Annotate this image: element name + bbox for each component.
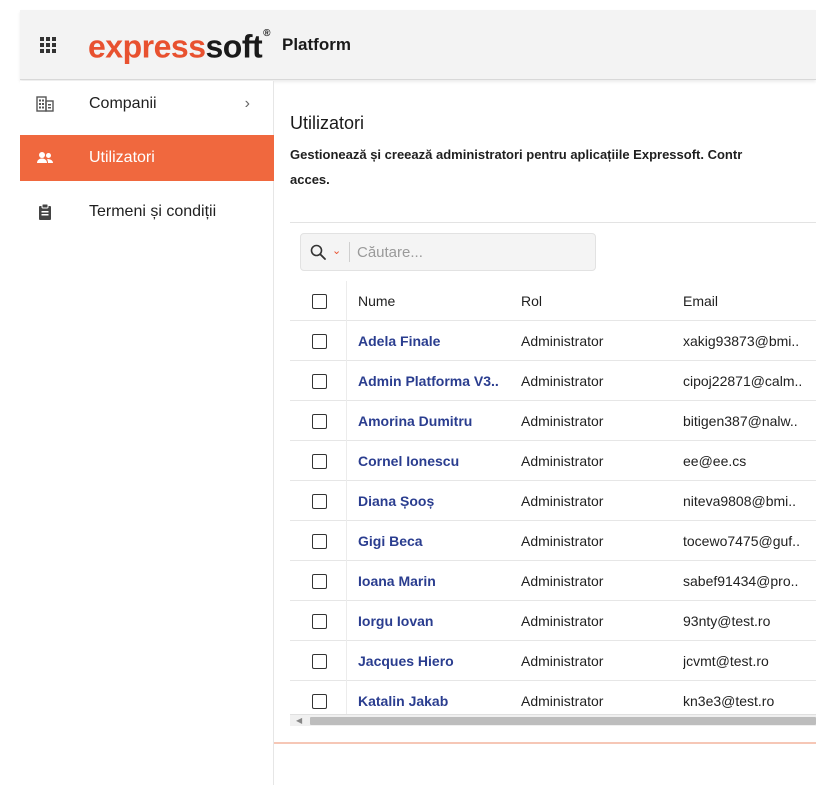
logo-soft-text: soft bbox=[205, 28, 263, 65]
user-email: bitigen387@nalw.. bbox=[683, 413, 798, 429]
column-separator bbox=[346, 521, 347, 561]
table-row: Admin Platforma V3.. Administrator cipoj… bbox=[290, 361, 816, 401]
page-description-line: acces. bbox=[290, 172, 330, 187]
scroll-left-arrow-icon[interactable]: ◀ bbox=[296, 716, 302, 725]
user-email: tocewo7475@guf.. bbox=[683, 533, 800, 549]
sidebar: Companii › Utilizatori Termeni și condiț… bbox=[20, 81, 274, 785]
user-role: Administrator bbox=[521, 333, 604, 349]
users-icon bbox=[36, 149, 54, 167]
column-separator bbox=[346, 481, 347, 521]
grid-apps-icon[interactable] bbox=[40, 37, 56, 53]
user-email: ee@ee.cs bbox=[683, 453, 747, 469]
clipboard-icon bbox=[36, 203, 54, 221]
column-header-rol[interactable]: Rol bbox=[521, 293, 542, 309]
column-separator bbox=[346, 401, 347, 441]
table-row: Diana Șooș Administrator niteva9808@bmi.… bbox=[290, 481, 816, 521]
user-role: Administrator bbox=[521, 613, 604, 629]
table-row: Cornel Ionescu Administrator ee@ee.cs bbox=[290, 441, 816, 481]
user-email: xakig93873@bmi.. bbox=[683, 333, 800, 349]
user-email: jcvmt@test.ro bbox=[683, 653, 769, 669]
logo-express-text: express bbox=[88, 28, 206, 65]
page-description-line: Gestionează și creează administratori pe… bbox=[290, 147, 743, 162]
column-separator bbox=[346, 601, 347, 641]
user-name-link[interactable]: Diana Șooș bbox=[358, 493, 520, 509]
sidebar-item-label: Companii bbox=[89, 95, 157, 112]
user-name-link[interactable]: Amorina Dumitru bbox=[358, 413, 520, 429]
table-header-row: Nume Rol Email bbox=[290, 281, 816, 321]
table-row: Gigi Beca Administrator tocewo7475@guf.. bbox=[290, 521, 816, 561]
row-checkbox[interactable] bbox=[312, 694, 327, 709]
user-name-link[interactable]: Cornel Ionescu bbox=[358, 453, 520, 469]
table-row: Ioana Marin Administrator sabef91434@pro… bbox=[290, 561, 816, 601]
horizontal-scrollbar[interactable]: ◀ bbox=[290, 714, 816, 726]
user-email: sabef91434@pro.. bbox=[683, 573, 799, 589]
page-description: Gestionează și creează administratori pe… bbox=[290, 142, 816, 192]
table-row: Adela Finale Administrator xakig93873@bm… bbox=[290, 321, 816, 361]
row-checkbox[interactable] bbox=[312, 374, 327, 389]
search-divider bbox=[349, 242, 350, 262]
select-all-checkbox[interactable] bbox=[312, 294, 327, 309]
user-email: 93nty@test.ro bbox=[683, 613, 771, 629]
user-role: Administrator bbox=[521, 453, 604, 469]
user-email: niteva9808@bmi.. bbox=[683, 493, 797, 509]
row-checkbox[interactable] bbox=[312, 454, 327, 469]
user-email: kn3e3@test.ro bbox=[683, 693, 775, 709]
user-email: cipoj22871@calm.. bbox=[683, 373, 803, 389]
users-table-card: ⌄ Nume Rol Email Adela Finale Administra… bbox=[290, 222, 816, 730]
user-name-link[interactable]: Katalin Jakab bbox=[358, 693, 520, 709]
user-name-link[interactable]: Iorgu Iovan bbox=[358, 613, 520, 629]
sidebar-item-termeni[interactable]: Termeni și condiții bbox=[20, 189, 274, 235]
column-separator bbox=[346, 561, 347, 601]
column-separator bbox=[346, 361, 347, 401]
sidebar-item-label: Termeni și condiții bbox=[89, 203, 217, 220]
expressoft-logo[interactable]: expresssoft® bbox=[88, 24, 271, 67]
column-separator bbox=[346, 321, 347, 361]
user-name-link[interactable]: Gigi Beca bbox=[358, 533, 520, 549]
user-name-link[interactable]: Jacques Hiero bbox=[358, 653, 520, 669]
column-separator bbox=[346, 641, 347, 681]
logo-registered-mark: ® bbox=[263, 28, 271, 39]
top-header: expresssoft® Platform bbox=[20, 10, 816, 80]
search-box: ⌄ bbox=[300, 233, 596, 271]
column-header-nume[interactable]: Nume bbox=[358, 293, 520, 309]
row-checkbox[interactable] bbox=[312, 494, 327, 509]
column-separator bbox=[346, 281, 347, 321]
row-checkbox[interactable] bbox=[312, 614, 327, 629]
user-role: Administrator bbox=[521, 693, 604, 709]
sidebar-item-companii[interactable]: Companii › bbox=[20, 81, 274, 127]
user-role: Administrator bbox=[521, 413, 604, 429]
sidebar-item-label: Utilizatori bbox=[89, 149, 155, 166]
user-role: Administrator bbox=[521, 373, 604, 389]
row-checkbox[interactable] bbox=[312, 574, 327, 589]
search-icon[interactable] bbox=[309, 243, 327, 261]
page-title: Utilizatori bbox=[290, 113, 365, 133]
platform-label: Platform bbox=[282, 35, 351, 54]
user-role: Administrator bbox=[521, 653, 604, 669]
chevron-down-icon[interactable]: ⌄ bbox=[332, 244, 341, 257]
footer-divider bbox=[274, 742, 816, 744]
user-name-link[interactable]: Ioana Marin bbox=[358, 573, 520, 589]
row-checkbox[interactable] bbox=[312, 334, 327, 349]
chevron-right-icon: › bbox=[244, 95, 250, 112]
scrollbar-thumb[interactable] bbox=[310, 717, 816, 725]
user-name-link[interactable]: Adela Finale bbox=[358, 333, 520, 349]
user-role: Administrator bbox=[521, 533, 604, 549]
table-row: Iorgu Iovan Administrator 93nty@test.ro bbox=[290, 601, 816, 641]
row-checkbox[interactable] bbox=[312, 534, 327, 549]
building-icon bbox=[36, 95, 54, 113]
search-input[interactable] bbox=[357, 240, 587, 264]
table-row: Amorina Dumitru Administrator bitigen387… bbox=[290, 401, 816, 441]
row-checkbox[interactable] bbox=[312, 414, 327, 429]
sidebar-item-utilizatori[interactable]: Utilizatori bbox=[20, 135, 274, 181]
column-separator bbox=[346, 441, 347, 481]
user-role: Administrator bbox=[521, 493, 604, 509]
table-row: Jacques Hiero Administrator jcvmt@test.r… bbox=[290, 641, 816, 681]
user-name-link[interactable]: Admin Platforma V3.. bbox=[358, 373, 520, 389]
user-role: Administrator bbox=[521, 573, 604, 589]
column-header-email[interactable]: Email bbox=[683, 293, 816, 309]
row-checkbox[interactable] bbox=[312, 654, 327, 669]
